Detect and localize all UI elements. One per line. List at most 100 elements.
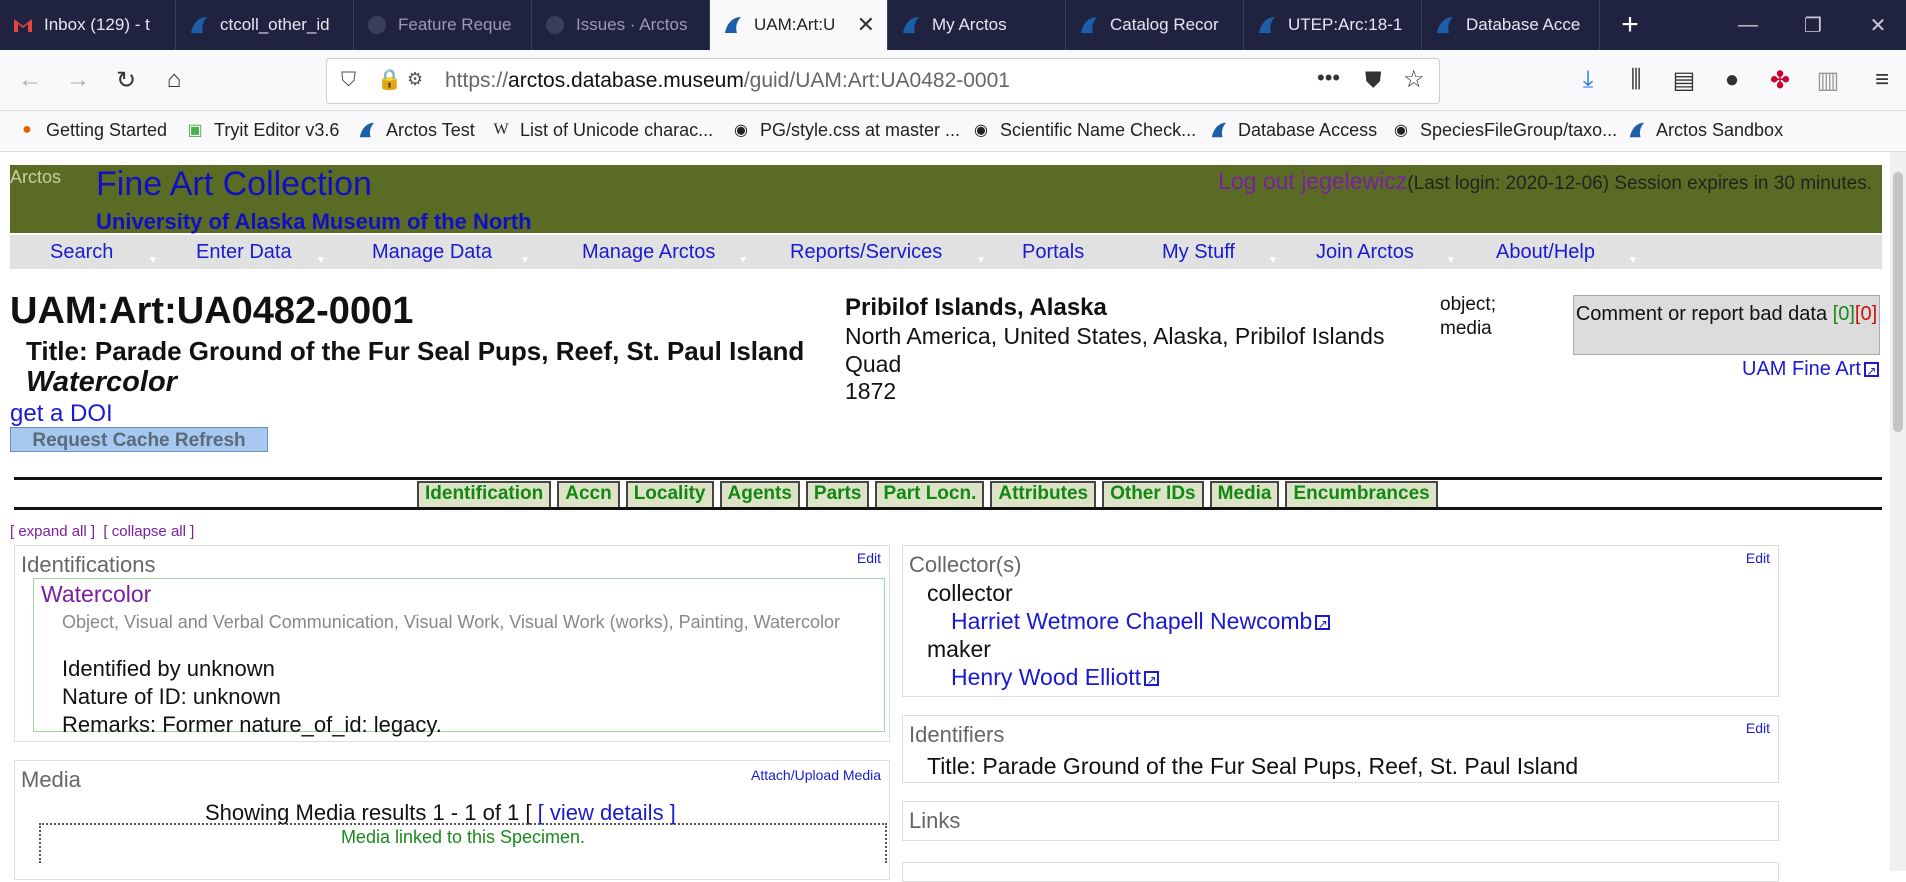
bookmark-sci-name[interactable]: ◉ Scientific Name Check... xyxy=(970,119,1196,141)
pane-heading: Identifiers xyxy=(909,722,1005,747)
download-icon[interactable]: ⤓ xyxy=(1568,60,1608,100)
restore-icon[interactable]: ❐ xyxy=(1785,0,1841,50)
tab-other-ids[interactable]: Other IDs xyxy=(1102,481,1204,509)
extension-icon[interactable]: ✤ xyxy=(1760,60,1800,100)
external-link-icon: ↗ xyxy=(1315,615,1331,631)
logout-link[interactable]: Log out jegelewicz xyxy=(1218,168,1407,194)
request-cache-refresh-button[interactable]: Request Cache Refresh xyxy=(10,427,268,452)
agent-link[interactable]: Henry Wood Elliott ↗ xyxy=(951,664,1160,691)
home-icon[interactable]: ⌂ xyxy=(154,60,194,100)
higher-geography: North America, United States, Alaska, Pr… xyxy=(845,323,1385,377)
tab-encumbrances[interactable]: Encumbrances xyxy=(1285,481,1438,509)
minimize-icon[interactable]: — xyxy=(1720,0,1776,50)
tab-database-access[interactable]: Database Acce xyxy=(1422,0,1600,50)
record-type: object; media xyxy=(1440,294,1496,339)
arctos-icon xyxy=(900,14,922,36)
browser-tab-bar: Inbox (129) - t ctcoll_other_id Feature … xyxy=(0,0,1906,50)
pocket-icon[interactable]: ⛊ xyxy=(1365,67,1382,93)
shield-icon[interactable]: ⛉ xyxy=(341,69,356,92)
tab-part-locn[interactable]: Part Locn. xyxy=(875,481,985,509)
tab-my-arctos[interactable]: My Arctos xyxy=(888,0,1066,50)
menu-reports-services[interactable]: Reports/Services ▼ xyxy=(790,235,986,269)
taxon-name-link[interactable]: Watercolor xyxy=(41,581,151,608)
tab-media[interactable]: Media xyxy=(1209,481,1280,509)
menu-search[interactable]: Search ▼ xyxy=(50,235,158,269)
arctos-icon xyxy=(722,14,744,36)
tab-label: Feature Reque xyxy=(398,15,512,34)
tab-catalog-record[interactable]: Catalog Recor xyxy=(1066,0,1244,50)
tab-utep[interactable]: UTEP:Arc:18-1 xyxy=(1244,0,1422,50)
bookmark-unicode[interactable]: W List of Unicode charac... xyxy=(490,119,713,141)
sidebar-icon[interactable]: ▤ xyxy=(1664,60,1704,100)
lock-icon[interactable]: 🔒 xyxy=(377,67,402,92)
tab-attributes[interactable]: Attributes xyxy=(990,481,1097,509)
close-icon[interactable]: ✕ xyxy=(857,12,875,38)
menu-manage-arctos[interactable]: Manage Arctos ▼ xyxy=(582,235,748,269)
new-tab-button[interactable]: + xyxy=(1602,0,1658,50)
account-icon[interactable]: ● xyxy=(1712,60,1752,100)
tab-locality[interactable]: Locality xyxy=(625,481,714,509)
collapse-all-link[interactable]: [ collapse all ] xyxy=(103,523,194,540)
bookmark-star-icon[interactable]: ☆ xyxy=(1403,65,1425,94)
tab-agents[interactable]: Agents xyxy=(719,481,800,509)
maker-role: maker xyxy=(927,636,991,662)
locality-highlight: Pribilof Islands, Alaska xyxy=(845,294,1107,321)
edit-collectors-link[interactable]: Edit xyxy=(1746,550,1770,566)
attributes-pane xyxy=(902,862,1779,882)
bookmark-pg-style[interactable]: ◉ PG/style.css at master ... xyxy=(730,119,960,141)
tab-parts[interactable]: Parts xyxy=(805,481,870,509)
agent-link[interactable]: Harriet Wetmore Chapell Newcomb ↗ xyxy=(951,608,1331,635)
tab-identification[interactable]: Identification xyxy=(417,481,552,509)
tab-gmail[interactable]: Inbox (129) - t xyxy=(0,0,176,50)
bookmark-speciesfile[interactable]: ◉ SpeciesFileGroup/taxo... xyxy=(1390,119,1617,141)
login-status: Log out jegelewicz(Last login: 2020-12-0… xyxy=(1218,168,1872,194)
reload-icon[interactable]: ↻ xyxy=(106,60,146,100)
tab-uam-art[interactable]: UAM:Art:U ✕ xyxy=(710,0,888,50)
page-scrollbar[interactable] xyxy=(1890,152,1906,871)
close-window-icon[interactable]: ✕ xyxy=(1850,0,1906,50)
collection-link[interactable]: UAM Fine Art ↗ xyxy=(1742,358,1879,381)
view-details-link[interactable]: [ view details ] xyxy=(538,800,676,825)
collection-header: Arctos Fine Art Collection University of… xyxy=(10,165,1882,235)
tab-issues[interactable]: Issues · Arctos xyxy=(532,0,710,50)
menu-my-stuff[interactable]: My Stuff ▼ xyxy=(1162,235,1278,269)
menu-join-arctos[interactable]: Join Arctos ▼ xyxy=(1316,235,1456,269)
institution-name[interactable]: University of Alaska Museum of the North xyxy=(96,209,532,235)
tab-accn[interactable]: Accn xyxy=(557,481,620,509)
edit-identifiers-link[interactable]: Edit xyxy=(1746,720,1770,736)
bookmark-getting-started[interactable]: ● Getting Started xyxy=(16,119,167,141)
forward-icon[interactable]: → xyxy=(58,60,98,100)
scrollbar-thumb[interactable] xyxy=(1893,172,1903,432)
record-medium: Watercolor xyxy=(26,366,177,398)
get-doi-link[interactable]: get a DOI xyxy=(10,400,113,428)
comment-report-button[interactable]: Comment or report bad data [0][0] xyxy=(1573,295,1880,355)
bookmark-db-access[interactable]: Database Access xyxy=(1208,119,1377,141)
library-icon[interactable]: ⫼ xyxy=(1616,60,1656,100)
bookmarks-bar: ● Getting Started ▣ Tryit Editor v3.6 Arct… xyxy=(0,111,1906,152)
tab-feature-request[interactable]: Feature Reque xyxy=(354,0,532,50)
back-icon[interactable]: ← xyxy=(10,60,50,100)
menu-enter-data[interactable]: Enter Data ▼ xyxy=(196,235,326,269)
bookmark-arctos-sandbox[interactable]: Arctos Sandbox xyxy=(1626,119,1783,141)
tab-ctcoll[interactable]: ctcoll_other_id xyxy=(176,0,354,50)
menu-icon[interactable]: ≡ xyxy=(1862,60,1902,100)
bookmark-arctos-test[interactable]: Arctos Test xyxy=(356,119,475,141)
expand-all-link[interactable]: [ expand all ] xyxy=(10,523,95,540)
collection-title[interactable]: Fine Art Collection xyxy=(96,165,372,204)
edit-identifications-link[interactable]: Edit xyxy=(857,550,881,566)
arctos-icon xyxy=(1256,14,1278,36)
page-actions-icon[interactable]: ••• xyxy=(1317,65,1340,91)
menu-about-help[interactable]: About/Help ▼ xyxy=(1496,235,1638,269)
menu-portals[interactable]: Portals xyxy=(1022,235,1084,269)
attach-media-link[interactable]: Attach/Upload Media xyxy=(751,767,881,783)
bookmark-tryit[interactable]: ▣ Tryit Editor v3.6 xyxy=(184,119,339,141)
url-text[interactable]: https://arctos.database.museum/guid/UAM:… xyxy=(445,69,1010,93)
section-tabs: Identification Accn Locality Agents Part… xyxy=(417,481,1438,509)
tab-label: Catalog Recor xyxy=(1110,15,1219,34)
menu-manage-data[interactable]: Manage Data ▼ xyxy=(372,235,530,269)
permissions-icon[interactable]: ⚙ xyxy=(407,69,423,90)
collector-role: collector xyxy=(927,580,1013,606)
arctos-logo-text[interactable]: Arctos xyxy=(10,167,61,188)
url-bar[interactable]: ⛉ 🔒 ⚙ https://arctos.database.museum/gui… xyxy=(326,58,1440,104)
reader-icon[interactable]: ▥ xyxy=(1808,60,1848,100)
